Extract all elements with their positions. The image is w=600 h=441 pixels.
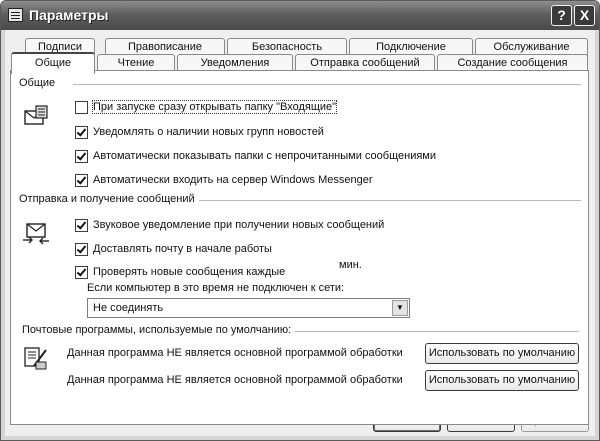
checkbox-label: При запуске сразу открывать папку "Входя… — [91, 100, 338, 114]
show-unread-folders-checkbox[interactable]: Автоматически показывать папки с непрочи… — [75, 149, 436, 163]
checkbox-label: Доставлять почту в начале работы — [93, 243, 272, 255]
group-divider — [73, 84, 581, 85]
sound-on-new-mail-checkbox[interactable]: Звуковое уведомление при получении новых… — [75, 218, 384, 232]
checkbox-box[interactable] — [75, 173, 88, 187]
checkbox-label: Проверять новые сообщения каждые — [93, 266, 286, 278]
offline-action-dropdown[interactable]: Не соединять ▼ — [87, 298, 410, 318]
send-receive-icon — [23, 223, 49, 245]
help-button[interactable]: ? — [551, 5, 572, 26]
close-button[interactable]: X — [574, 5, 595, 26]
title-bar[interactable]: Параметры ? X — [1, 1, 599, 30]
auto-login-messenger-checkbox[interactable]: Автоматически входить на сервер Windows … — [75, 173, 373, 187]
group-title-general: Общие — [19, 77, 60, 89]
notify-newsgroups-checkbox[interactable]: Уведомлять о наличии новых групп новосте… — [75, 125, 324, 139]
general-settings-icon — [24, 105, 48, 125]
open-inbox-checkbox[interactable]: При запуске сразу открывать папку "Входя… — [75, 100, 338, 114]
offline-action-value: Не соединять — [93, 302, 164, 314]
dialog-title: Параметры — [29, 7, 109, 23]
checkbox-label: Автоматически показывать папки с непрочи… — [93, 150, 437, 162]
chevron-down-icon[interactable]: ▼ — [392, 300, 408, 316]
default-news-status: Данная программа НЕ является основной пр… — [67, 374, 403, 386]
dialog-icon — [8, 8, 23, 22]
checkbox-box[interactable] — [75, 265, 88, 279]
set-default-news-button[interactable]: Использовать по умолчанию — [425, 370, 579, 391]
default-mail-status: Данная программа НЕ является основной пр… — [67, 347, 403, 359]
checkbox-box[interactable] — [75, 149, 88, 163]
mail-programs-icon — [24, 347, 47, 370]
checkbox-box[interactable] — [75, 218, 88, 232]
checkbox-box[interactable] — [75, 242, 88, 256]
group-title-defaults: Почтовые программы, используемые по умол… — [22, 324, 296, 336]
check-new-messages-checkbox[interactable]: Проверять новые сообщения каждые — [75, 265, 285, 279]
checkbox-box[interactable] — [75, 125, 88, 139]
group-divider — [295, 331, 579, 332]
dialog-body: Подписи Правописание Безопасность Подклю… — [5, 30, 595, 436]
interval-unit: мин. — [339, 259, 362, 271]
checkbox-box[interactable] — [75, 100, 88, 114]
set-default-mail-button[interactable]: Использовать по умолчанию — [425, 343, 579, 364]
tab-general[interactable]: Общие — [11, 52, 95, 74]
group-title-send-receive: Отправка и получение сообщений — [19, 193, 199, 205]
checkbox-label: Уведомлять о наличии новых групп новосте… — [93, 126, 324, 138]
offline-label: Если компьютер в это время не подключен … — [87, 282, 345, 294]
checkbox-label: Автоматически входить на сервер Windows … — [93, 174, 373, 186]
options-dialog: Параметры ? X Подписи Правописание Безоп… — [0, 0, 600, 441]
checkbox-label: Звуковое уведомление при получении новых… — [93, 219, 385, 231]
send-receive-at-startup-checkbox[interactable]: Доставлять почту в начале работы — [75, 242, 272, 256]
